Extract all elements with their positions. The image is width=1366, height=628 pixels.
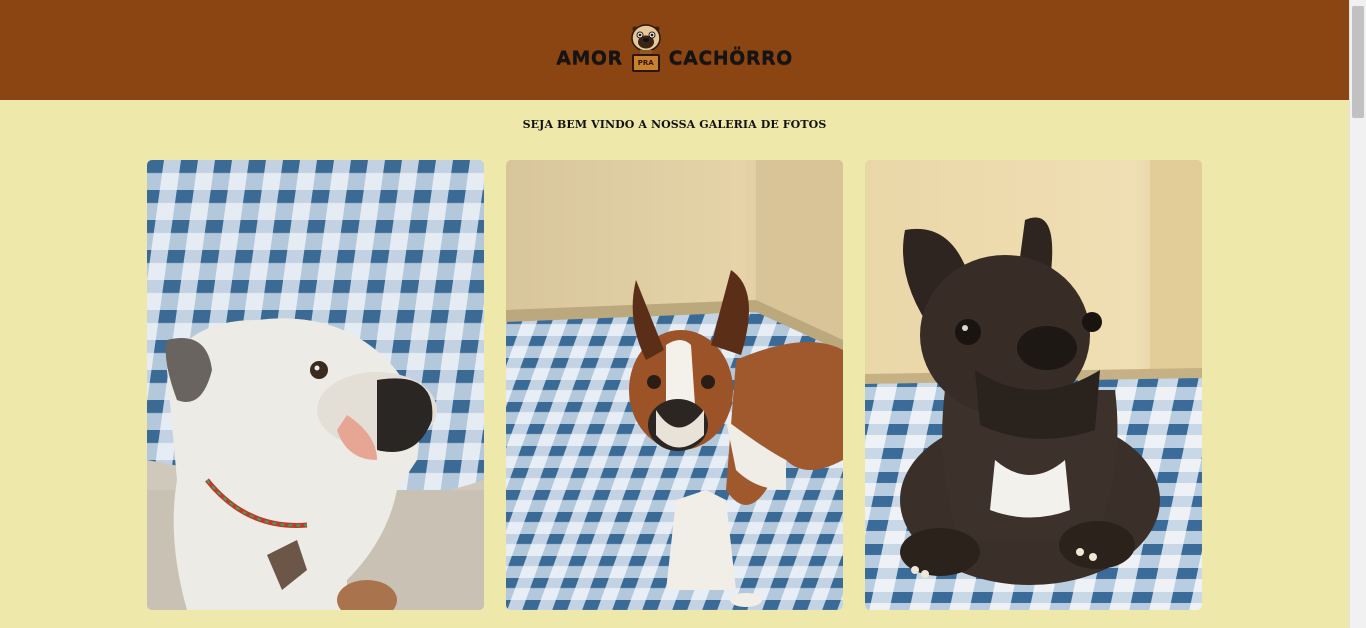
pug-dog-icon: PRA	[629, 23, 663, 77]
gallery-photo-2[interactable]	[506, 160, 843, 610]
vertical-scrollbar[interactable]	[1349, 0, 1366, 628]
welcome-heading: SEJA BEM VINDO A NOSSA GALERIA DE FOTOS	[522, 118, 827, 131]
logo-badge-text: PRA	[637, 59, 654, 67]
site-logo[interactable]: AMOR PRA CACHÖRRO	[556, 20, 792, 80]
logo-badge: PRA	[631, 54, 660, 72]
gallery-photo-1[interactable]	[147, 160, 484, 610]
page: AMOR PRA CACHÖRRO SEJA BEM VINDO A NOSSA…	[0, 0, 1349, 628]
photo-gallery	[147, 160, 1202, 610]
logo-word-cachorro: CACHÖRRO	[668, 47, 793, 69]
brindle-french-bulldog-photo	[865, 160, 1202, 610]
white-french-bulldog-photo	[147, 160, 484, 610]
logo-word-amor: AMOR	[556, 47, 623, 69]
scrollbar-thumb[interactable]	[1352, 6, 1364, 118]
gallery-photo-3[interactable]	[865, 160, 1202, 610]
site-header: AMOR PRA CACHÖRRO	[0, 0, 1349, 100]
fawn-and-white-french-bulldog-photo	[506, 160, 843, 610]
